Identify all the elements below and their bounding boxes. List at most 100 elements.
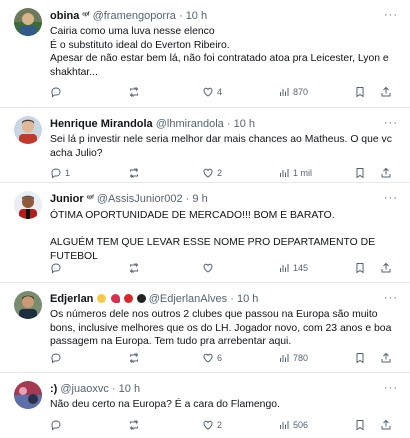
tweet-text: Os números dele nos outros 2 clubes que … <box>50 309 392 347</box>
retweet-button[interactable] <box>128 85 143 99</box>
tweet[interactable]: Edjerlan @EdjerlanAlves · 10 h ··· Os nú… <box>0 283 410 373</box>
like-button[interactable]: 6 <box>202 351 222 365</box>
retweet-icon <box>129 420 139 430</box>
display-name[interactable]: Henrique Mirandola <box>50 118 153 130</box>
tweet-text: Cairia como uma luva nesse elenco É o su… <box>50 26 389 78</box>
retweet-button[interactable] <box>128 261 143 275</box>
user-handle[interactable]: @juaoxvc <box>60 383 108 395</box>
more-icon[interactable]: ··· <box>384 382 398 394</box>
heart-icon <box>203 353 213 363</box>
tweet-header: Junior ᶜᵖᶠ @AssisJunior002 · 9 h <box>50 193 208 205</box>
avatar[interactable] <box>14 381 42 409</box>
bookmark-button[interactable] <box>354 261 366 275</box>
heart-icon <box>203 263 213 273</box>
like-button[interactable] <box>202 261 217 275</box>
tweet-header: :) @juaoxvc · 10 h <box>50 383 141 395</box>
red-circle-icon <box>123 294 133 303</box>
tweet[interactable]: :) @juaoxvc · 10 h ··· Não deu certo na … <box>0 373 410 438</box>
reply-button[interactable] <box>50 418 65 432</box>
reply-button[interactable] <box>50 85 65 99</box>
tweet-actions: 1 2 1 mil <box>50 166 400 180</box>
share-button[interactable] <box>380 261 392 275</box>
timestamp[interactable]: 10 h <box>119 383 140 395</box>
retweet-icon <box>129 87 139 97</box>
views-button[interactable]: 780 <box>278 351 308 365</box>
timestamp[interactable]: 10 h <box>234 118 255 130</box>
tweet-actions: 145 <box>50 261 400 275</box>
views-button[interactable]: 145 <box>278 261 308 275</box>
bookmark-icon <box>356 263 364 274</box>
share-icon <box>381 262 391 273</box>
share-button[interactable] <box>380 85 392 99</box>
tweet[interactable]: obina ᶜᵖᶠ @framengoporra · 10 h ··· Cair… <box>0 0 410 108</box>
views-button[interactable]: 1 mil <box>278 166 312 180</box>
heart-icon <box>203 168 213 178</box>
like-count: 6 <box>217 353 223 363</box>
tweet[interactable]: Junior ᶜᵖᶠ @AssisJunior002 · 9 h ··· ÓTI… <box>0 183 410 283</box>
retweet-button[interactable] <box>128 166 143 180</box>
more-icon[interactable]: ··· <box>384 192 398 204</box>
black-circle-icon <box>136 294 146 303</box>
display-name[interactable]: :) <box>50 383 57 395</box>
more-icon[interactable]: ··· <box>384 9 398 21</box>
display-name[interactable]: Junior <box>50 193 84 205</box>
reply-button[interactable] <box>50 351 65 365</box>
retweet-button[interactable] <box>128 418 143 432</box>
tweet[interactable]: Henrique Mirandola @lhmirandola · 10 h ·… <box>0 108 410 183</box>
like-count: 2 <box>217 168 223 178</box>
retweet-button[interactable] <box>128 351 143 365</box>
reply-icon <box>51 420 61 431</box>
avatar[interactable] <box>14 8 42 36</box>
more-icon[interactable]: ··· <box>384 117 398 129</box>
bookmark-icon <box>356 168 364 179</box>
avatar[interactable] <box>14 116 42 144</box>
avatar[interactable] <box>14 291 42 319</box>
user-handle[interactable]: @AssisJunior002 <box>97 193 183 205</box>
tweet-header: Edjerlan @EdjerlanAlves · 10 h <box>50 293 259 305</box>
share-button[interactable] <box>380 351 392 365</box>
bookmark-button[interactable] <box>354 166 366 180</box>
user-handle[interactable]: @lhmirandola <box>156 118 224 130</box>
display-name[interactable]: Edjerlan <box>50 293 93 305</box>
views-button[interactable]: 506 <box>278 418 308 432</box>
like-button[interactable]: 2 <box>202 418 222 432</box>
like-button[interactable]: 2 <box>202 166 222 180</box>
display-name[interactable]: obina <box>50 10 79 22</box>
user-handle[interactable]: @framengoporra <box>93 10 176 22</box>
reply-icon <box>51 263 61 274</box>
share-button[interactable] <box>380 418 392 432</box>
smiley-emoji-icon <box>97 294 107 303</box>
share-icon <box>381 86 391 97</box>
reply-button[interactable] <box>50 261 65 275</box>
share-button[interactable] <box>380 166 392 180</box>
views-icon <box>280 354 289 362</box>
reply-icon <box>51 353 61 364</box>
bookmark-button[interactable] <box>354 85 366 99</box>
user-handle[interactable]: @EdjerlanAlves <box>149 293 227 305</box>
like-button[interactable]: 4 <box>202 85 222 99</box>
views-button[interactable]: 870 <box>278 85 308 99</box>
reply-count: 1 <box>65 168 71 178</box>
bookmark-button[interactable] <box>354 351 366 365</box>
views-count: 145 <box>293 263 309 273</box>
reply-button[interactable]: 1 <box>50 166 70 180</box>
bookmark-button[interactable] <box>354 418 366 432</box>
views-count: 1 mil <box>293 168 313 178</box>
reply-icon <box>51 168 61 179</box>
avatar[interactable] <box>14 191 42 219</box>
retweet-icon <box>129 353 139 363</box>
timestamp[interactable]: 10 h <box>186 10 207 22</box>
bookmark-icon <box>356 353 364 364</box>
replies-feed: obina ᶜᵖᶠ @framengoporra · 10 h ··· Cair… <box>0 0 410 438</box>
tweet-actions: 2 506 <box>50 418 400 432</box>
more-icon[interactable]: ··· <box>384 292 398 304</box>
timestamp[interactable]: 10 h <box>237 293 258 305</box>
bookmark-icon <box>356 420 364 431</box>
views-icon <box>280 88 289 96</box>
views-count: 870 <box>293 87 309 97</box>
tweet-header: Henrique Mirandola @lhmirandola · 10 h <box>50 118 255 130</box>
views-icon <box>280 169 289 177</box>
retweet-icon <box>129 168 139 178</box>
timestamp[interactable]: 9 h <box>192 193 207 205</box>
tweet-text: Não deu certo na Europa? É a cara do Fla… <box>50 399 280 410</box>
